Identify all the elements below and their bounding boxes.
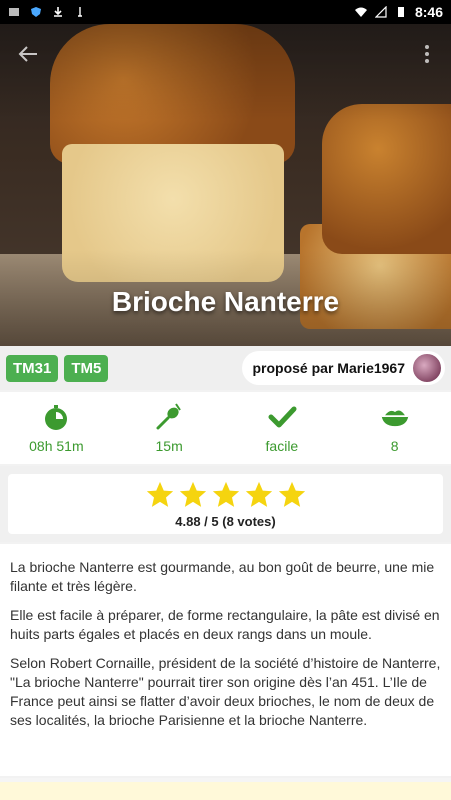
info-total-time-label: 08h 51m [29, 438, 84, 454]
avatar [411, 352, 443, 384]
recipe-info-row: 08h 51m 15m facile 8 [0, 392, 451, 464]
author-label: proposé par Marie1967 [252, 360, 405, 376]
download-icon [54, 7, 62, 17]
info-servings: 8 [338, 392, 451, 464]
status-time: 8:46 [414, 4, 443, 20]
check-icon [268, 406, 297, 428]
rating-stars[interactable] [145, 480, 307, 510]
status-left [8, 6, 86, 18]
arrow-left-icon [18, 46, 37, 62]
usb-icon [78, 7, 82, 17]
bowl-icon [381, 410, 408, 427]
wifi-icon [354, 7, 367, 17]
star-icon[interactable] [178, 480, 208, 510]
status-bar: 8:46 [0, 0, 451, 24]
info-total-time: 08h 51m [0, 392, 113, 464]
battery-icon [397, 7, 404, 17]
star-icon[interactable] [211, 480, 241, 510]
info-prep-time-label: 15m [155, 438, 183, 454]
shield-icon [31, 7, 41, 17]
hero-image: Brioche Nanterre [0, 24, 451, 346]
more-vertical-icon [425, 45, 429, 63]
tag-tm31[interactable]: TM31 [6, 354, 59, 382]
description-paragraph-1: La brioche Nanterre est gourmande, au bo… [10, 559, 435, 594]
description-paragraph-2: Elle est facile à préparer, de forme rec… [10, 607, 440, 642]
back-button[interactable] [12, 38, 44, 70]
rating-card: 4.88 / 5 (8 votes) [8, 474, 443, 534]
status-right: 8:46 [354, 4, 443, 20]
signal-icon [374, 6, 387, 18]
timer-icon [45, 405, 68, 430]
rating-section: 4.88 / 5 (8 votes) [0, 466, 451, 542]
recipe-screen: 8:46 Brioche Nanterre TM31 TM5 proposé p… [0, 0, 451, 800]
bottom-strip [0, 778, 451, 800]
description-paragraph-3: Selon Robert Cornaille, président de la … [10, 655, 441, 728]
rating-text: 4.88 / 5 (8 votes) [175, 513, 276, 529]
star-icon[interactable] [145, 480, 175, 510]
recipe-title: Brioche Nanterre [111, 286, 340, 317]
info-difficulty-label: facile [265, 438, 299, 454]
more-button[interactable] [415, 38, 439, 70]
info-servings-label: 8 [390, 438, 399, 454]
spatula-icon [156, 403, 181, 430]
recipe-description: La brioche Nanterre est gourmande, au bo… [0, 544, 451, 776]
info-difficulty: facile [226, 392, 339, 464]
tag-tm5[interactable]: TM5 [64, 354, 109, 382]
notification-icon [9, 8, 19, 16]
tags-row: TM31 TM5 proposé par Marie1967 [0, 346, 451, 390]
info-prep-time: 15m [113, 392, 226, 464]
author-chip[interactable]: proposé par Marie1967 [242, 351, 445, 385]
star-icon[interactable] [277, 480, 307, 510]
star-icon[interactable] [244, 480, 274, 510]
